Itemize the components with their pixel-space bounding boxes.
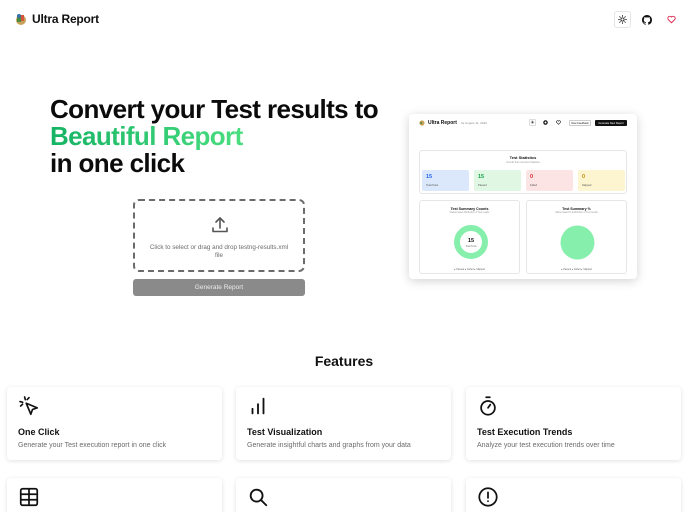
sponsor-button[interactable] xyxy=(663,11,680,28)
preview-donut-label: Total Tests xyxy=(465,245,477,248)
feature-card-table xyxy=(7,478,222,512)
github-icon xyxy=(641,14,652,25)
upload-icon xyxy=(212,217,228,233)
heart-icon xyxy=(667,15,676,24)
preview-pie-chart xyxy=(560,225,595,260)
preview-summary-percent-panel: Test Summary % Status based % distributi… xyxy=(526,200,627,274)
ultra-report-logo[interactable] xyxy=(14,12,28,26)
hero-title-line1: Convert your Test results to xyxy=(50,94,379,124)
preview-stats-title: Test Statistics xyxy=(509,155,537,160)
preview-panel-sub: Status based % distribution of Test resu… xyxy=(555,212,598,214)
preview-card-label: Total Tests xyxy=(426,184,439,187)
preview-card-value: 0 xyxy=(582,174,586,180)
preview-panel-legend: ● Passed ● Failed ● Skipped xyxy=(561,268,592,271)
stopwatch-icon xyxy=(480,396,496,416)
feature-desc: Generate your Test execution report in o… xyxy=(18,442,167,449)
feature-card-one-click: One Click Generate your Test execution r… xyxy=(7,387,222,460)
preview-card-value: 15 xyxy=(426,174,433,180)
preview-donut-chart: 15 Total Tests xyxy=(454,225,488,259)
theme-toggle-button[interactable] xyxy=(614,11,631,28)
preview-stats-panel: Test Statistics Overall Test execution S… xyxy=(419,150,627,194)
feature-card-test-visualization: Test Visualization Generate insightful c… xyxy=(236,387,451,460)
github-button[interactable] xyxy=(638,11,655,28)
preview-github-icon xyxy=(542,119,549,126)
preview-new-feedback: New Feedback xyxy=(569,120,591,126)
feature-desc: Analyze your test execution trends over … xyxy=(477,442,615,449)
preview-card-total: 15 Total Tests xyxy=(422,170,469,191)
preview-donut-value: 15 xyxy=(468,238,474,244)
feature-card-alert xyxy=(466,478,681,512)
preview-card-value: 15 xyxy=(478,174,485,180)
preview-card-passed: 15 Passed xyxy=(474,170,521,191)
preview-heart-icon xyxy=(555,119,562,126)
bar-chart-icon xyxy=(251,397,265,415)
features-heading: Features xyxy=(314,353,374,369)
preview-logo-icon xyxy=(419,120,425,126)
app-header: Ultra Report xyxy=(0,0,688,40)
hero-title: Convert your Test results to Beautiful R… xyxy=(50,94,379,178)
pointer-click-icon xyxy=(19,396,39,416)
preview-card-value: 0 xyxy=(530,174,534,180)
table-icon xyxy=(19,487,39,507)
generate-report-button[interactable]: Generate Report xyxy=(133,279,305,296)
feature-card-search xyxy=(236,478,451,512)
feature-title: One Click xyxy=(18,427,60,437)
hero-title-accent: Beautiful Report xyxy=(50,121,243,151)
preview-generate-button: Generate New Report xyxy=(595,120,627,126)
dropzone-instructions: Click to select or drag and drop testng-… xyxy=(149,244,289,259)
preview-sun-icon: ☀ xyxy=(529,119,536,126)
preview-panel-title: Test Summary % xyxy=(562,207,591,211)
feature-title: Test Execution Trends xyxy=(477,427,573,437)
sun-icon xyxy=(618,15,627,24)
feature-title: Test Visualization xyxy=(247,427,323,437)
file-dropzone[interactable]: Click to select or drag and drop testng-… xyxy=(133,199,305,272)
feature-desc: Generate insightful charts and graphs fr… xyxy=(247,442,411,449)
preview-stats-sub: Overall Test execution Statistics xyxy=(506,161,540,164)
preview-brand: Ultra Report xyxy=(428,120,457,126)
preview-card-label: Skipped xyxy=(582,184,592,187)
preview-card-failed: 0 Failed xyxy=(526,170,573,191)
preview-summary-counts-panel: Test Summary Counts Status based distrib… xyxy=(419,200,520,274)
hero-title-line3: in one click xyxy=(50,148,185,178)
alert-circle-icon xyxy=(478,487,498,507)
preview-panel-title: Test Summary Counts xyxy=(450,207,489,211)
preview-card-skipped: 0 Skipped xyxy=(578,170,625,191)
preview-panel-sub: Status based distribution of Test result… xyxy=(449,212,490,214)
brand-name[interactable]: Ultra Report xyxy=(32,12,99,26)
preview-card-label: Passed xyxy=(478,184,487,187)
search-icon xyxy=(249,488,268,507)
preview-date: for August 11, 2023 xyxy=(461,121,487,125)
preview-card-label: Failed xyxy=(530,184,538,187)
report-preview-image: Ultra Report for August 11, 2023 ☀ New F… xyxy=(409,114,637,279)
preview-panel-legend: ● Passed ● Failed ● Skipped xyxy=(454,268,485,271)
feature-card-execution-trends: Test Execution Trends Analyze your test … xyxy=(466,387,681,460)
